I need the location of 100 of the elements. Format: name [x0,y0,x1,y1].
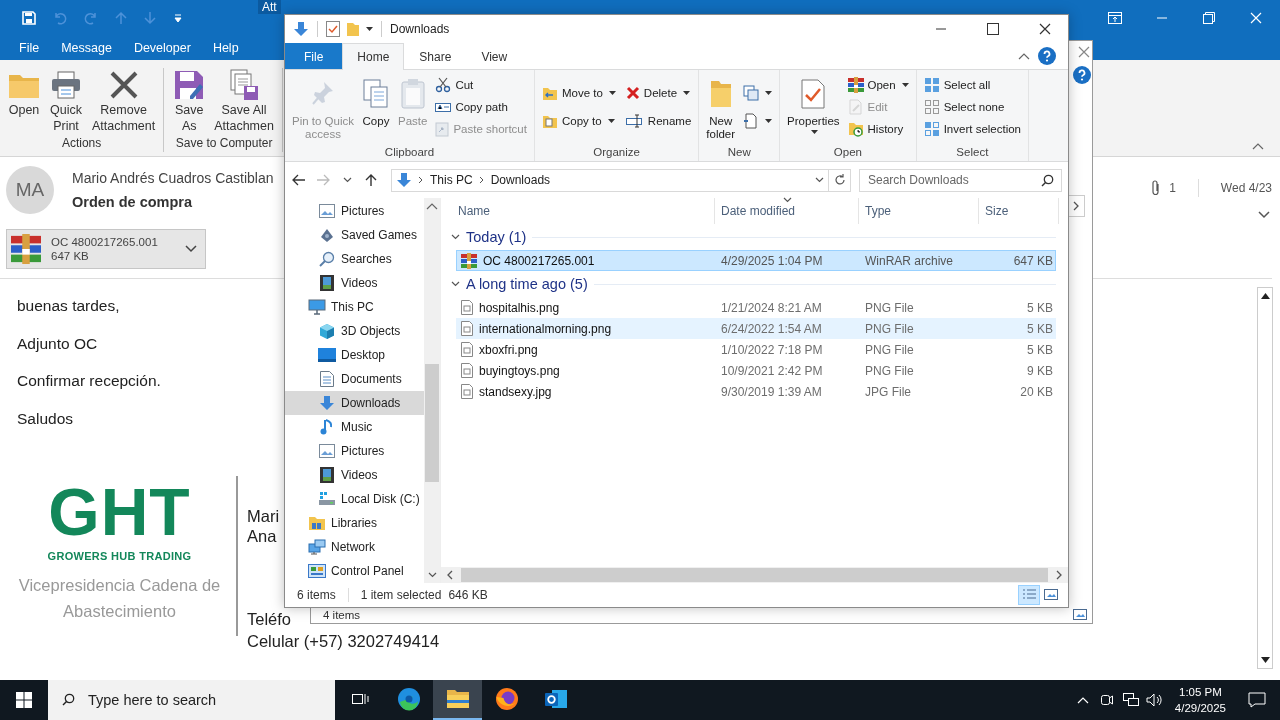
ribbon-tab[interactable]: Home [342,43,405,70]
chevron-down-icon[interactable] [815,177,824,183]
ribbon-tab[interactable]: Share [404,43,467,69]
scrollbar[interactable] [424,198,440,583]
file-date: 9/30/2019 1:39 AM [720,384,823,399]
column-header[interactable]: Date modified [715,198,859,224]
collapse-ribbon-icon[interactable] [1252,142,1264,150]
caret-icon [810,130,818,134]
ribbon-button[interactable]: Select none [920,96,1025,118]
restore-icon[interactable] [1202,12,1216,24]
nav-item[interactable]: Network [285,535,424,559]
group-label: Select [955,146,990,160]
nav-item[interactable]: Control Panel [285,559,424,583]
nav-item[interactable]: Pictures [285,199,424,223]
ribbon-button[interactable]: Save As [172,68,207,134]
ribbon-button[interactable]: Delete [622,82,695,104]
folder-icon[interactable] [433,680,482,720]
ribbon-button[interactable]: Cut [432,74,530,96]
scroll-thumb[interactable] [461,568,1048,582]
ribbon-button[interactable]: Open [6,68,42,134]
nav-item[interactable]: Saved Games [285,223,424,247]
ribbon-button[interactable]: Copy [359,74,393,146]
chevron-icon[interactable] [451,234,460,240]
nav-item[interactable]: Videos [285,463,424,487]
computer-icon [308,299,326,315]
nav-item[interactable]: Local Disk (C:) [285,487,424,511]
ribbon-button[interactable]: New folder [703,74,739,146]
file-row[interactable]: OC 4800217265.001 4/29/2025 1:04 PM WinRAR archive 647 KB [456,250,1056,271]
file-row[interactable]: internationalmorning.png 6/24/2022 1:54 AM PNG File 5 KB [456,318,1056,339]
clock-time[interactable]: 1:05 PM [1179,684,1222,700]
taskbar-search-field[interactable]: Type here to search [48,680,335,720]
large-icons-view-icon[interactable] [1072,608,1088,622]
nav-item[interactable]: Videos [285,271,424,295]
file-row[interactable]: hospitalhis.png 1/21/2024 8:21 AM PNG File 5 KB [456,297,1056,318]
body-text: Confirmar recepción. [17,371,161,391]
file-row[interactable]: xboxfri.png 1/10/2022 7:18 PM PNG File 5 KB [456,339,1056,360]
file-row[interactable]: standsexy.jpg 9/30/2019 1:39 AM JPG File 20 KB [456,381,1056,402]
breadcrumb[interactable]: Downloads [490,173,551,187]
attachment-chip[interactable]: OC 4800217265.001 647 KB [6,229,206,269]
search-icon [1041,173,1054,187]
ribbon-button[interactable]: History [844,118,912,140]
file-type: PNG File [864,300,915,315]
ribbon-tab[interactable]: View [466,43,523,69]
save-icon[interactable] [22,11,36,25]
refresh-button[interactable] [829,168,851,192]
ribbon-button[interactable]: Quick Print [48,68,84,134]
scrollbar[interactable] [1257,287,1273,669]
menu-tab[interactable]: File [8,36,51,60]
scroll-thumb[interactable] [425,364,439,482]
nav-item[interactable]: Documents [285,367,424,391]
nav-item[interactable]: This PC [285,295,424,319]
nav-item[interactable]: Desktop [285,343,424,367]
nav-item[interactable]: Searches [285,247,424,271]
logo-wordmark: GHT [48,482,191,542]
chevron-icon[interactable] [451,281,460,287]
help-icon[interactable] [1038,47,1056,65]
sort-icon [783,197,792,203]
group-header[interactable]: A long time ago (5) [466,276,588,292]
address-bar[interactable]: This PC Downloads [391,168,829,192]
ribbon-button[interactable]: Copy to [538,110,619,132]
ribbon-button[interactable]: Select all [920,74,1025,96]
caret-icon[interactable] [366,27,373,31]
ribbon-button[interactable]: Move to [538,82,619,104]
collapse-ribbon-icon[interactable] [1018,52,1030,60]
help-icon[interactable] [1073,66,1091,84]
customize-icon[interactable] [173,13,183,23]
ribbon-display-icon[interactable] [1108,12,1122,24]
file-icon [461,300,473,315]
nav-item[interactable]: Libraries [285,511,424,535]
close-icon[interactable] [1078,46,1090,58]
ribbon-button[interactable]: Rename [622,110,695,132]
search-field[interactable]: Search Downloads [859,168,1062,192]
menu-tab[interactable]: Developer [122,36,202,60]
scrollbar[interactable] [441,567,1068,583]
ribbon-tab[interactable]: File [285,43,343,69]
column-header[interactable]: Size [979,198,1059,224]
file-date: 6/24/2022 1:54 AM [720,321,823,336]
nav-item[interactable]: Downloads [285,391,424,415]
ribbon-button[interactable]: Remove Attachment [89,68,158,134]
chevron-down-icon[interactable] [1258,211,1270,219]
file-row[interactable]: buyingtoys.png 10/9/2021 2:42 PM PNG File 9 KB [456,360,1056,381]
properties-icon[interactable] [326,21,340,37]
clock-date[interactable]: 4/29/2025 [1174,700,1226,716]
nav-item[interactable]: Music [285,415,424,439]
ribbon-button[interactable]: Open [844,74,912,96]
ribbon-button[interactable]: Properties [784,74,843,146]
menu-tab[interactable]: Help [201,36,250,60]
caret-icon [765,91,773,95]
nav-item[interactable]: 3D Objects [285,319,424,343]
file-icon [461,321,473,336]
chevron-down-icon[interactable] [185,245,197,253]
ribbon-button[interactable]: Copy path [432,96,530,118]
ribbon-button[interactable]: Invert selection [920,118,1025,140]
column-header[interactable]: Type [859,198,979,224]
column-header[interactable]: Name [441,198,715,224]
group-header[interactable]: Today (1) [466,229,527,245]
ribbon-button[interactable]: Save All Attachmen [212,68,276,134]
breadcrumb[interactable]: This PC [430,173,473,187]
nav-item[interactable]: Pictures [285,439,424,463]
menu-tab[interactable]: Message [50,36,123,60]
